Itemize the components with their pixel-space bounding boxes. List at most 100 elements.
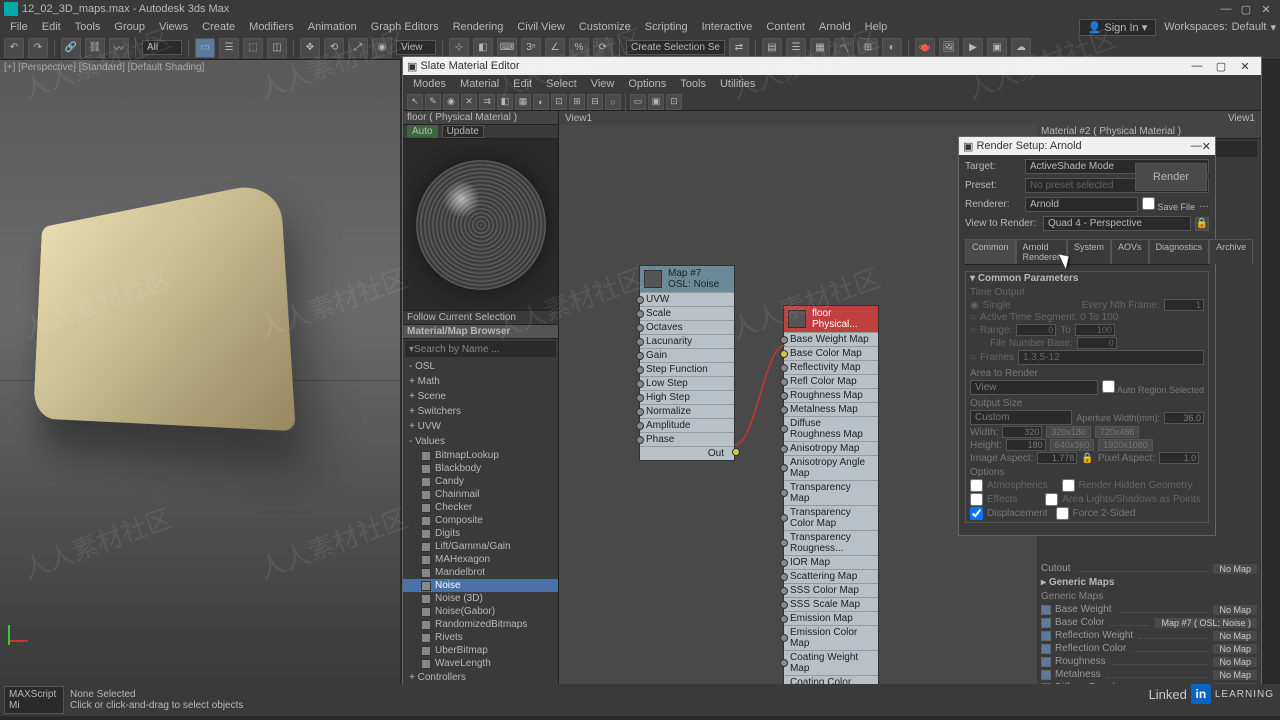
range-to-spinner[interactable]: 100 [1075,324,1115,336]
auto-region-checkbox[interactable] [1102,380,1115,393]
node-input-slot[interactable]: Reflectivity Map [784,360,878,374]
manip-icon[interactable]: ◧ [473,38,493,58]
sme-menu-material[interactable]: Material [454,78,505,90]
placement-icon[interactable]: ◉ [372,38,392,58]
node-input-slot[interactable]: Coating Weight Map [784,650,878,675]
tree-cat-osl[interactable]: OSL [403,359,558,374]
menu-customize[interactable]: Customize [573,21,637,33]
right-view-tab[interactable]: View1 [1037,111,1261,125]
spinner-snap-icon[interactable]: ⟳ [593,38,613,58]
selection-filter[interactable]: All [142,40,182,55]
schematic-view-icon[interactable]: ⊞ [858,38,878,58]
pixel-aspect-spinner[interactable]: 1.0 [1159,452,1199,464]
tree-item[interactable]: RandomizedBitmaps [403,618,558,631]
angle-snap-icon[interactable]: ∠ [545,38,565,58]
node-input-slot[interactable]: Lacunarity [640,334,734,348]
browse-icon[interactable]: … [1199,199,1209,210]
menu-modifiers[interactable]: Modifiers [243,21,300,33]
keyboard-icon[interactable]: ⌨ [497,38,517,58]
map-enabled-checkbox[interactable] [1041,618,1051,628]
select-region-icon[interactable]: ⬚ [243,38,263,58]
node-input-slot[interactable]: Step Function [640,362,734,376]
sme-pick-icon[interactable]: ↖ [407,94,423,110]
menu-edit[interactable]: Edit [36,21,67,33]
sme-show-bg-icon[interactable]: ◐ [533,94,549,110]
frames-radio[interactable]: Frames [980,352,1014,363]
move-icon[interactable]: ✥ [300,38,320,58]
sme-eyedropper-icon[interactable]: ✎ [425,94,441,110]
sme-menu-modes[interactable]: Modes [407,78,452,90]
tab-diagnostics[interactable]: Diagnostics [1149,239,1210,264]
sme-layout-children-icon[interactable]: ⊟ [587,94,603,110]
preset-size-1[interactable]: 720x486 [1095,426,1140,438]
tree-item[interactable]: Noise [403,579,558,592]
file-num-base-spinner[interactable]: 0 [1077,337,1117,349]
preset-size-2[interactable]: 640x360 [1050,439,1095,451]
force-2sided-checkbox[interactable] [1056,507,1069,520]
node-input-slot[interactable]: Scale [640,306,734,320]
node-input-slot[interactable]: Transparency Map [784,480,878,505]
ref-coord-system[interactable]: View [396,40,436,55]
sme-dock-icon[interactable]: ▣ [648,94,664,110]
viewport[interactable]: [+] [Perspective] [Standard] [Default Sh… [0,60,400,685]
tree-cat-switchers[interactable]: Switchers [403,404,558,419]
auto-update-toggle[interactable]: Auto [407,125,438,138]
rotate-icon[interactable]: ⟲ [324,38,344,58]
browser-search[interactable]: ▾ Search by Name ... [405,341,556,357]
node-input-slot[interactable]: Base Color Map [784,346,878,360]
node-input-slot[interactable]: Octaves [640,320,734,334]
menu-animation[interactable]: Animation [302,21,363,33]
map-slot-button[interactable]: No Map [1213,631,1257,641]
render-interactive-icon[interactable]: ▣ [987,38,1007,58]
unlink-icon[interactable]: ⛓ [85,38,105,58]
common-params-header[interactable]: ▾ Common Parameters [966,272,1208,285]
minimize-button[interactable]: — [1216,1,1236,17]
node-input-slot[interactable]: IOR Map [784,555,878,569]
map-slot-button[interactable]: No Map [1213,657,1257,667]
node-input-slot[interactable]: Emission Color Map [784,625,878,650]
node-input-slot[interactable]: SSS Scale Map [784,597,878,611]
tree-cat-math[interactable]: Math [403,374,558,389]
tab-common[interactable]: Common [965,239,1016,264]
curve-editor-icon[interactable]: 〽 [834,38,854,58]
node-input-slot[interactable]: Metalness Map [784,402,878,416]
tree-item[interactable]: Composite [403,514,558,527]
node-input-slot[interactable]: Anisotropy Angle Map [784,455,878,480]
node-input-slot[interactable]: Phase [640,432,734,446]
tab-arnold-renderer[interactable]: Arnold Renderer [1016,239,1068,264]
node-input-slot[interactable]: Diffuse Roughness Map [784,416,878,441]
graph-tab[interactable]: View1 [559,111,1037,125]
tree-item[interactable]: BitmapLookup [403,449,558,462]
redo-icon[interactable]: ↷ [28,38,48,58]
mirror-icon[interactable]: ⇄ [729,38,749,58]
node-input-slot[interactable]: Roughness Map [784,388,878,402]
menu-tools[interactable]: Tools [69,21,107,33]
menu-arnold[interactable]: Arnold [813,21,857,33]
maxscript-listener[interactable]: MAXScript Mi [4,686,64,714]
snap-toggle-3-icon[interactable]: 3ⁿ [521,38,541,58]
tree-cat-controllers[interactable]: Controllers [403,670,558,685]
tree-cat-values[interactable]: Values [403,434,558,449]
menu-file[interactable]: File [4,21,34,33]
sme-preview-icon[interactable]: ⊡ [551,94,567,110]
range-radio[interactable]: Range: [980,325,1012,336]
tree-item[interactable]: Mandelbrot [403,566,558,579]
follow-selection[interactable]: Follow Current Selection [403,311,558,325]
node-input-slot[interactable]: Transparency Color Map [784,505,878,530]
out-socket-icon[interactable] [732,448,740,456]
map-slot-button[interactable]: No Map [1213,644,1257,654]
tree-cat-uvw[interactable]: UVW [403,419,558,434]
active-segment-radio[interactable]: Active Time Segment: 0 To 100 [980,312,1118,323]
node-osl-out[interactable]: Out [640,446,734,460]
browser-tree[interactable]: OSL Math Scene Switchers UVW Values Bitm… [403,359,558,707]
height-spinner[interactable]: 180 [1006,439,1046,451]
image-aspect-spinner[interactable]: 1.778 [1037,452,1077,464]
align-icon[interactable]: ▤ [762,38,782,58]
sign-in-button[interactable]: 👤 Sign In ▾ [1079,19,1157,36]
menu-content[interactable]: Content [760,21,811,33]
single-radio[interactable]: Single [983,300,1011,311]
menu-group[interactable]: Group [108,21,151,33]
update-button[interactable]: Update [442,125,484,138]
render-minimize-button[interactable]: — [1191,140,1202,152]
node-input-slot[interactable]: Refl Color Map [784,374,878,388]
